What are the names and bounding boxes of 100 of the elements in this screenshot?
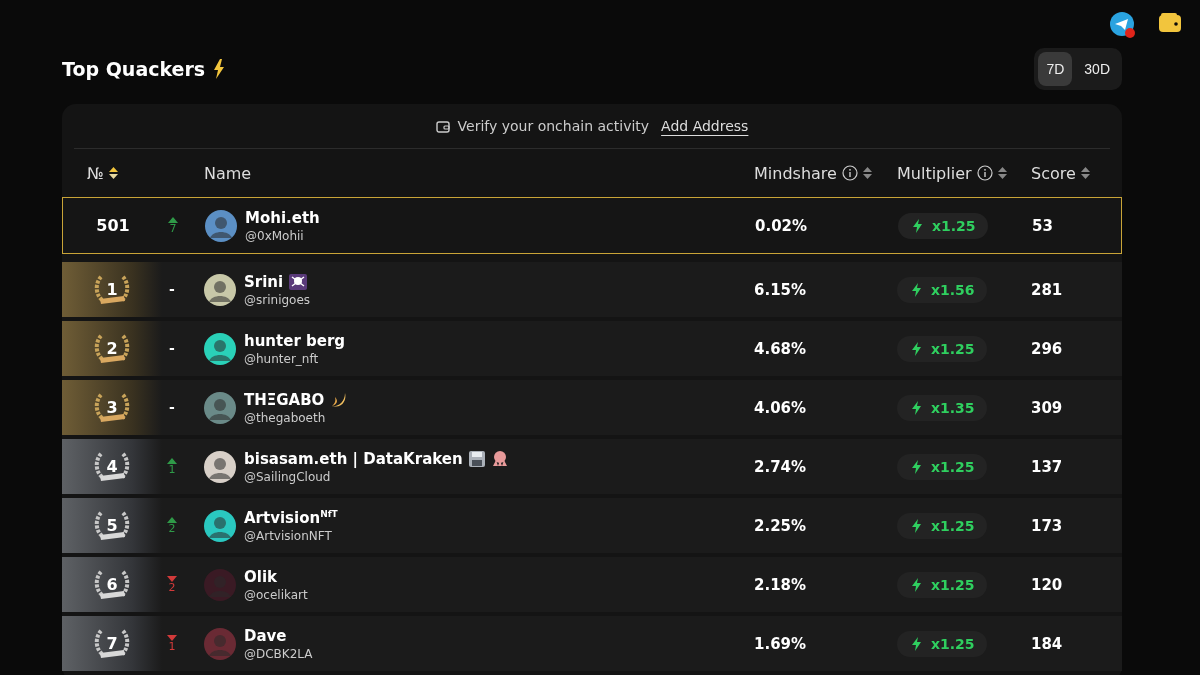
mindshare-value: 2.74% <box>754 457 808 476</box>
mindshare-value: 2.18% <box>754 575 808 594</box>
user-name[interactable]: Olik <box>244 567 277 586</box>
column-header: Mindshare <box>754 163 837 183</box>
page-title: Top Quackers <box>62 58 206 80</box>
avatar <box>205 209 237 242</box>
leaderboard-row[interactable]: 2 - hunter berg @hunter_nft 4.68% x1.25 296 <box>62 321 1122 376</box>
leaderboard-row[interactable]: 5 2 Artvision$^{NfT}$ @ArtvisionNFT 2.25% x1.25 173 <box>62 498 1122 553</box>
score-value: 53 <box>1032 216 1054 235</box>
period-tab[interactable]: 30D <box>1076 52 1118 86</box>
multiplier-badge: x1.25 <box>897 630 987 657</box>
score-value: 184 <box>1031 634 1064 653</box>
wallet-icon <box>435 119 450 133</box>
rank-change: - <box>169 402 175 413</box>
lightning-icon <box>909 399 923 416</box>
mindshare-value: 4.06% <box>754 398 808 417</box>
sort-icon[interactable] <box>862 167 872 179</box>
column-header: Name <box>204 163 252 183</box>
lightning-icon <box>213 59 226 79</box>
multiplier-badge: x1.25 <box>897 512 987 539</box>
multiplier-badge: x1.56 <box>897 276 987 303</box>
skull-icon <box>289 273 308 290</box>
lightning-icon <box>909 576 923 593</box>
user-handle: @srinigoes <box>244 292 311 307</box>
mindshare-value: 6.15% <box>754 280 808 299</box>
add-address-link[interactable]: Add Address <box>661 118 749 134</box>
leaderboard-row[interactable]: 1 - Srini @srinigoes 6.15% x1.56 281 <box>62 262 1122 317</box>
period-tab[interactable]: 7D <box>1038 52 1073 86</box>
score-value: 120 <box>1031 575 1064 594</box>
leaderboard-row[interactable]: 7 1 Dave @DCBK2LA 1.69% x1.25 184 <box>62 616 1122 671</box>
user-name[interactable]: bisasam.eth | DataKraken <box>244 449 463 468</box>
leaderboard-row[interactable]: 3 - THΞGABO @thegaboeth 4.06% x1.35 309 <box>62 380 1122 435</box>
rank-number: 501 <box>96 216 130 235</box>
column-header: Score <box>1031 163 1076 183</box>
column-header: Multiplier <box>897 163 972 183</box>
sort-icon[interactable] <box>997 167 1007 179</box>
user-name[interactable]: Dave <box>244 626 287 645</box>
user-name[interactable]: THΞGABO <box>244 390 325 409</box>
mindshare-value: 0.02% <box>755 216 809 235</box>
user-handle: @thegaboeth <box>244 410 327 425</box>
down-arrow-icon <box>167 576 177 582</box>
octopus-icon <box>490 450 509 467</box>
telegram-icon[interactable] <box>1110 12 1136 40</box>
up-arrow-icon <box>167 517 177 523</box>
user-name[interactable]: Srini <box>244 272 284 291</box>
mindshare-value: 2.25% <box>754 516 808 535</box>
score-value: 173 <box>1031 516 1064 535</box>
user-handle: @DCBK2LA <box>244 646 313 661</box>
verify-text: Verify your onchain activity <box>457 118 650 134</box>
rank-change: 7 <box>169 223 177 234</box>
user-handle: @hunter_nft <box>244 351 320 366</box>
leaderboard-row[interactable]: 6 2 Olik @ocelikart 2.18% x1.25 120 <box>62 557 1122 612</box>
rank-change: 1 <box>168 464 176 475</box>
multiplier-badge: x1.25 <box>897 571 987 598</box>
lightning-icon <box>909 340 923 357</box>
avatar <box>204 273 236 306</box>
down-arrow-icon <box>167 635 177 641</box>
multiplier-badge: x1.25 <box>897 453 987 480</box>
avatar <box>204 568 236 601</box>
rank-change: 2 <box>168 582 176 593</box>
avatar <box>204 450 236 483</box>
mindshare-value: 1.69% <box>754 634 808 653</box>
avatar <box>204 391 236 424</box>
lightning-icon <box>909 458 923 475</box>
lightning-icon <box>910 217 924 234</box>
mindshare-value: 4.68% <box>754 339 808 358</box>
sort-icon[interactable] <box>108 167 118 179</box>
score-value: 137 <box>1031 457 1064 476</box>
rank-change: 2 <box>168 523 176 534</box>
info-icon[interactable] <box>841 165 858 181</box>
rank-change: - <box>169 343 175 354</box>
lightning-icon <box>909 517 923 534</box>
user-name[interactable]: hunter berg <box>244 331 346 350</box>
lightning-icon <box>909 281 923 298</box>
up-arrow-icon <box>167 458 177 464</box>
user-name[interactable]: Mohi.eth <box>245 208 320 227</box>
lightning-icon <box>909 635 923 652</box>
avatar <box>204 627 236 660</box>
sort-icon[interactable] <box>1080 167 1090 179</box>
multiplier-badge: x1.25 <box>897 335 987 362</box>
multiplier-badge: x1.35 <box>897 394 987 421</box>
wallet-icon[interactable] <box>1158 12 1182 34</box>
user-handle: @SailingCloud <box>244 469 332 484</box>
user-name[interactable]: Artvision$^{NfT}$ <box>244 508 338 527</box>
column-header: № <box>87 163 104 183</box>
avatar <box>204 332 236 365</box>
score-value: 281 <box>1031 280 1064 299</box>
score-value: 296 <box>1031 339 1064 358</box>
rank-change: 1 <box>168 641 176 652</box>
avatar <box>204 509 236 542</box>
user-handle: @ArtvisionNFT <box>244 528 333 543</box>
score-value: 309 <box>1031 398 1064 417</box>
user-handle: @ocelikart <box>244 587 308 602</box>
current-user-row[interactable]: 501 7 Mohi.eth @0xMohii 0.02% x1.25 53 <box>62 197 1122 254</box>
rank-change: - <box>169 284 175 295</box>
user-handle: @0xMohii <box>245 228 305 243</box>
multiplier-badge: x1.25 <box>898 212 988 239</box>
info-icon[interactable] <box>976 165 993 181</box>
leaderboard-row[interactable]: 4 1 bisasam.eth | DataKraken @SailingCloud 2.74% x1.25 137 <box>62 439 1122 494</box>
up-arrow-icon <box>168 217 178 223</box>
